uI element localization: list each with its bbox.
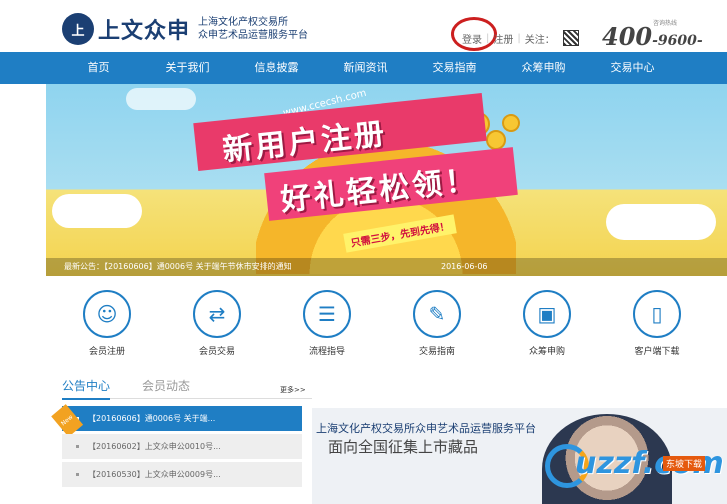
nav-guide[interactable]: 交易指南 <box>410 52 499 84</box>
feature-trade-guide[interactable]: ✎ 交易指南 <box>382 290 492 357</box>
feature-client-download[interactable]: ▯ 客户端下载 <box>602 290 712 357</box>
nav-crowdfunding[interactable]: 众筹申购 <box>499 52 588 84</box>
coins-icon[interactable]: ▣ <box>523 290 571 338</box>
feature-crowdfunding[interactable]: ▣ 众筹申购 <box>492 290 602 357</box>
feature-member-trade[interactable]: ⇄ 会员交易 <box>162 290 272 357</box>
cloud-decoration <box>606 204 716 240</box>
feature-process-guide[interactable]: ☰ 流程指导 <box>272 290 382 357</box>
feature-label[interactable]: 众筹申购 <box>492 344 602 357</box>
exchange-icon[interactable]: ⇄ <box>193 290 241 338</box>
nav-trading-center[interactable]: 交易中心 <box>588 52 677 84</box>
watermark: uzzf.com 东坡下载 <box>545 440 725 498</box>
logo-subtitle: 上海文化产权交易所 众申艺术品运营服务平台 <box>198 16 308 42</box>
login-link[interactable]: 登录 <box>462 31 482 46</box>
notice-date: 2016-06-06 <box>441 262 488 271</box>
feature-row: ☺ 会员注册 ⇄ 会员交易 ☰ 流程指导 ✎ 交易指南 ▣ 众筹申购 ▯ 客户端… <box>52 290 727 357</box>
list-item[interactable]: 【20160530】上文众申公0009号... <box>62 462 302 487</box>
logo-name: 上文众申 <box>98 19 191 44</box>
list-item[interactable]: New 【20160606】通0006号 关于端... <box>51 404 302 438</box>
qr-code-icon[interactable] <box>562 30 579 46</box>
coin-icon <box>502 114 520 132</box>
feature-member-register[interactable]: ☺ 会员注册 <box>52 290 162 357</box>
more-link[interactable]: 更多>> <box>280 385 306 395</box>
compass-icon[interactable]: ✎ <box>413 290 461 338</box>
news-tabs: 公告中心 会员动态 <box>62 377 312 400</box>
feature-label[interactable]: 交易指南 <box>382 344 492 357</box>
notice-bar[interactable]: 最新公告：【20160606】通0006号 关于端午节休市安排的通知 2016-… <box>46 258 727 276</box>
news-title[interactable]: 【20160530】上文众申公0009号... <box>88 470 221 479</box>
main-nav: 首页 关于我们 信息披露 新闻资讯 交易指南 众筹申购 交易中心 <box>0 52 727 84</box>
nav-home[interactable]: 首页 <box>54 52 143 84</box>
promo-line-2: 面向全国征集上市藏品 <box>328 438 479 456</box>
new-badge: New <box>51 404 84 438</box>
logo-seal-icon: 上 <box>62 13 94 45</box>
nav-about[interactable]: 关于我们 <box>143 52 232 84</box>
feature-label[interactable]: 流程指导 <box>272 344 382 357</box>
cloud-decoration <box>52 194 142 228</box>
promo-line-1: 上海文化产权交易所众申艺术品运营服务平台 <box>316 422 536 435</box>
divider: | <box>486 32 490 44</box>
notice-text[interactable]: 最新公告：【20160606】通0006号 关于端午节休市安排的通知 <box>64 262 292 271</box>
header: 上 上文众申 上海文化产权交易所 众申艺术品运营服务平台 登录 | 注册 | 关… <box>0 0 727 70</box>
list-item[interactable]: 【20160602】上文众申公0010号... <box>62 434 302 459</box>
logo-sub-line2: 众申艺术品运营服务平台 <box>198 30 309 41</box>
nav-disclosure[interactable]: 信息披露 <box>232 52 321 84</box>
cloud-decoration <box>126 88 196 110</box>
logo-sub-line1: 上海文化产权交易所 <box>198 17 289 28</box>
user-icon[interactable]: ☺ <box>83 290 131 338</box>
news-list: New 【20160606】通0006号 关于端... 【20160602】上文… <box>51 404 302 490</box>
top-links: 登录 | 注册 | 关注： <box>462 30 579 46</box>
site-logo[interactable]: 上 上文众申 上海文化产权交易所 众申艺术品运营服务平台 <box>62 13 308 45</box>
news-title[interactable]: 【20160606】通0006号 关于端... <box>88 414 215 423</box>
feature-label[interactable]: 会员注册 <box>52 344 162 357</box>
tab-member-news[interactable]: 会员动态 <box>142 377 190 394</box>
news-title[interactable]: 【20160602】上文众申公0010号... <box>88 442 221 451</box>
follow-label: 关注： <box>524 34 555 46</box>
nav-news[interactable]: 新闻资讯 <box>321 52 410 84</box>
mobile-icon[interactable]: ▯ <box>633 290 681 338</box>
divider: | <box>517 32 521 44</box>
feature-label[interactable]: 客户端下载 <box>602 344 712 357</box>
phone-prefix: 400 <box>602 22 653 51</box>
list-icon[interactable]: ☰ <box>303 290 351 338</box>
tab-announcements[interactable]: 公告中心 <box>62 377 111 400</box>
register-link[interactable]: 注册 <box>493 31 513 46</box>
feature-label[interactable]: 会员交易 <box>162 344 272 357</box>
watermark-sub: 东坡下载 <box>663 456 706 471</box>
